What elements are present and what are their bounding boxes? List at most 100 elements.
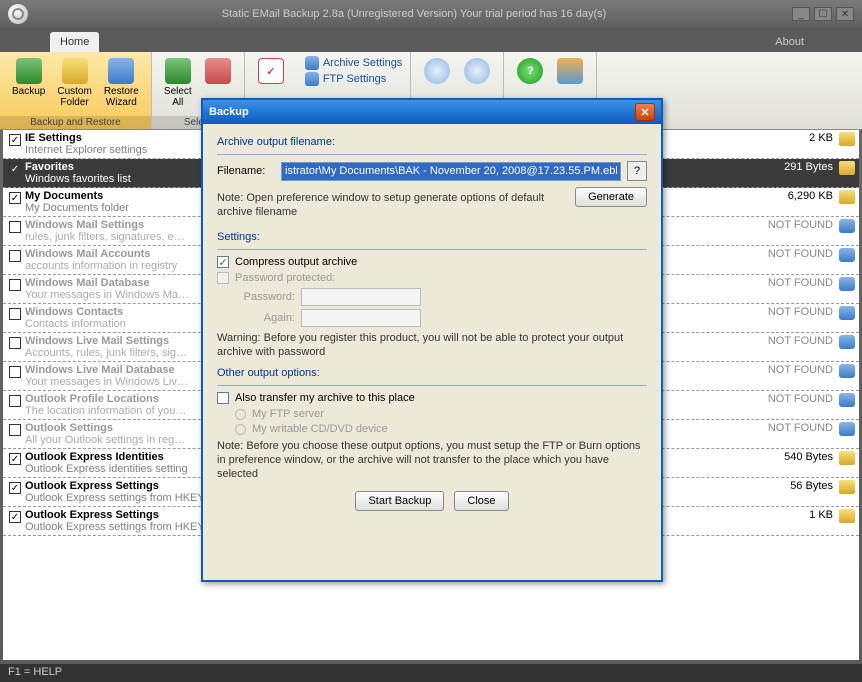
item-size: 6,290 KB — [763, 190, 833, 202]
item-type-icon — [839, 451, 855, 465]
item-size: NOT FOUND — [763, 219, 833, 231]
item-type-icon — [839, 364, 855, 378]
backup-button[interactable]: Backup — [6, 56, 51, 116]
close-button[interactable]: Close — [454, 491, 508, 511]
cd-radio: My writable CD/DVD device — [235, 423, 647, 435]
group-label: Settings: — [217, 231, 647, 243]
item-checkbox[interactable] — [9, 424, 21, 436]
item-type-icon — [839, 509, 855, 523]
app-logo-icon — [8, 4, 28, 24]
item-size: NOT FOUND — [763, 364, 833, 376]
ribbon-group-backup-restore: Backup Custom Folder Restore Wizard Back… — [0, 52, 152, 129]
check-settings-button[interactable]: ✓ — [251, 56, 291, 88]
compress-checkbox[interactable]: Compress output archive — [217, 256, 647, 268]
minimize-button[interactable]: _ — [792, 7, 810, 21]
backup-icon — [16, 58, 42, 84]
select-all-button[interactable]: Select All — [158, 56, 198, 116]
item-type-icon — [839, 248, 855, 262]
filename-label: Filename: — [217, 165, 275, 177]
item-checkbox[interactable] — [9, 482, 21, 494]
item-size: NOT FOUND — [763, 335, 833, 347]
item-checkbox[interactable] — [9, 395, 21, 407]
restore-icon — [108, 58, 134, 84]
generate-button[interactable]: Generate — [575, 187, 647, 207]
item-size: 291 Bytes — [763, 161, 833, 173]
item-checkbox[interactable] — [9, 453, 21, 465]
item-checkbox[interactable] — [9, 366, 21, 378]
item-type-icon — [839, 277, 855, 291]
tab-home[interactable]: Home — [50, 32, 99, 52]
filename-note: Note: Open preference window to setup ge… — [217, 191, 565, 219]
maximize-button[interactable]: ☐ — [814, 7, 832, 21]
archive-settings-link[interactable]: Archive Settings — [305, 56, 402, 70]
ftp-settings-link[interactable]: FTP Settings — [305, 72, 402, 86]
password-again-input — [301, 309, 421, 327]
browse-button[interactable]: ? — [627, 161, 647, 181]
close-button[interactable]: ✕ — [836, 7, 854, 21]
password-label: Password: — [235, 291, 295, 303]
item-size: NOT FOUND — [763, 306, 833, 318]
item-size: NOT FOUND — [763, 248, 833, 260]
item-checkbox[interactable] — [9, 134, 21, 146]
item-size: 1 KB — [763, 509, 833, 521]
item-type-icon — [839, 480, 855, 494]
custom-folder-button[interactable]: Custom Folder — [51, 56, 97, 116]
transfer-note: Note: Before you choose these output opt… — [217, 439, 647, 481]
group-label: Archive output filename: — [217, 136, 647, 148]
password-protect-checkbox: Password protected: — [217, 272, 647, 284]
restore-wizard-button[interactable]: Restore Wizard — [98, 56, 145, 116]
item-type-icon — [839, 306, 855, 320]
filename-input[interactable] — [281, 162, 621, 181]
item-size: 56 Bytes — [763, 480, 833, 492]
item-checkbox[interactable] — [9, 337, 21, 349]
item-checkbox[interactable] — [9, 250, 21, 262]
item-checkbox[interactable] — [9, 308, 21, 320]
item-checkbox[interactable] — [9, 192, 21, 204]
item-type-icon — [839, 161, 855, 175]
item-checkbox[interactable] — [9, 279, 21, 291]
clock-icon — [424, 58, 450, 84]
item-type-icon — [839, 422, 855, 436]
item-checkbox[interactable] — [9, 163, 21, 175]
dialog-title: Backup — [209, 106, 249, 118]
start-backup-button[interactable]: Start Backup — [355, 491, 444, 511]
item-size: 2 KB — [763, 132, 833, 144]
item-type-icon — [839, 393, 855, 407]
transfer-checkbox[interactable]: Also transfer my archive to this place — [217, 392, 647, 404]
tab-bar: Home About — [0, 28, 862, 52]
checkbox-icon — [217, 392, 229, 404]
item-size: NOT FOUND — [763, 393, 833, 405]
radio-icon — [235, 409, 246, 420]
status-bar: F1 = HELP — [0, 664, 862, 682]
item-size: NOT FOUND — [763, 277, 833, 289]
clock-icon — [464, 58, 490, 84]
item-type-icon — [839, 190, 855, 204]
select-all-icon — [165, 58, 191, 84]
item-type-icon — [839, 335, 855, 349]
item-size: NOT FOUND — [763, 422, 833, 434]
ribbon-group-label: Backup and Restore — [0, 116, 151, 129]
item-type-icon — [839, 219, 855, 233]
dialog-close-button[interactable]: ✕ — [635, 103, 655, 121]
password-input — [301, 288, 421, 306]
checkbox-icon — [217, 256, 229, 268]
titlebar: Static EMail Backup 2.8a (Unregistered V… — [0, 0, 862, 28]
dialog-titlebar[interactable]: Backup ✕ — [203, 100, 661, 124]
item-size: 540 Bytes — [763, 451, 833, 463]
gear-icon — [305, 56, 319, 70]
tab-about[interactable]: About — [767, 32, 812, 52]
item-checkbox[interactable] — [9, 221, 21, 233]
checkbox-icon — [217, 272, 229, 284]
key-icon — [557, 58, 583, 84]
help-icon: ? — [517, 58, 543, 84]
select-none-icon — [205, 58, 231, 84]
window-title: Static EMail Backup 2.8a (Unregistered V… — [36, 8, 792, 20]
checklist-icon: ✓ — [258, 58, 284, 84]
folder-icon — [62, 58, 88, 84]
gear-icon — [305, 72, 319, 86]
password-again-label: Again: — [235, 312, 295, 324]
backup-dialog: Backup ✕ Archive output filename: Filena… — [201, 98, 663, 582]
item-type-icon — [839, 132, 855, 146]
group-label: Other output options: — [217, 367, 647, 379]
item-checkbox[interactable] — [9, 511, 21, 523]
